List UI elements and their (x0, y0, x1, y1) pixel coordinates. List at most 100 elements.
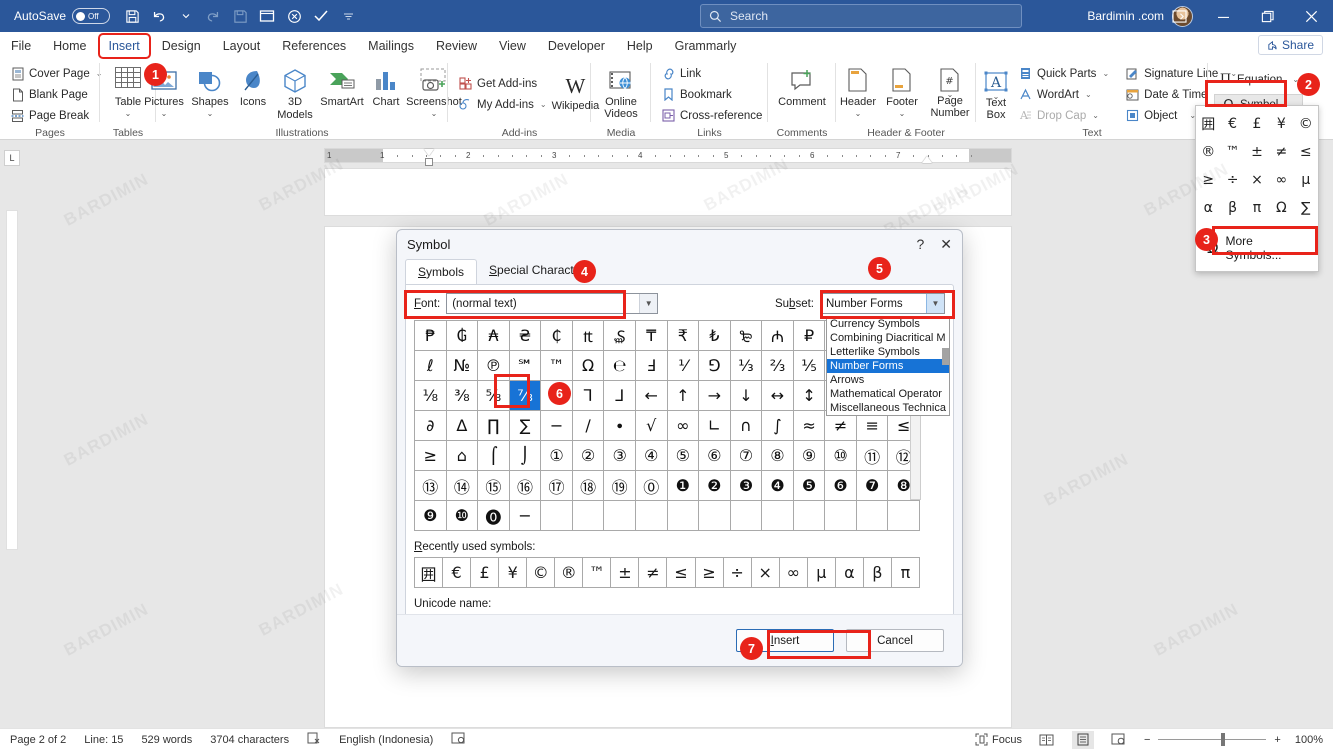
symbol-cell[interactable]: ∩ (730, 410, 762, 440)
symbol-cell[interactable]: ❺ (793, 470, 825, 500)
get-addins-button[interactable]: Get Add-ins (454, 74, 551, 93)
symbol-cell[interactable]: Ω (572, 350, 604, 380)
symbol-cell[interactable]: − (540, 410, 572, 440)
autosave-toggle[interactable]: Off (72, 8, 110, 24)
link-button[interactable]: Link (657, 64, 766, 83)
chevron-down-icon[interactable]: ⌄ (1102, 69, 1109, 78)
check-icon[interactable] (309, 4, 333, 28)
symbol-cell[interactable]: ₻ (730, 320, 762, 350)
symbol-cell[interactable]: ∂ (414, 410, 446, 440)
comment-button[interactable]: Comment (771, 62, 833, 111)
symbol-cell[interactable]: ℓ (414, 350, 446, 380)
symbol-cell[interactable] (667, 500, 699, 530)
zoom-slider[interactable]: − + (1144, 734, 1281, 746)
symbol-cell[interactable]: ⌂ (446, 440, 478, 470)
help-question-icon[interactable]: ? (916, 236, 924, 252)
symbol-dropdown-cell[interactable]: © (1294, 110, 1318, 138)
symbol-cell[interactable]: ↓ (730, 380, 762, 410)
ruler-indent-marker-bottom[interactable] (425, 158, 433, 166)
symbol-cell[interactable] (603, 500, 635, 530)
shapes-button[interactable]: Shapes ⌄ (188, 62, 232, 118)
undo-dropdown-icon[interactable] (174, 4, 198, 28)
tab-review[interactable]: Review (427, 35, 486, 57)
symbol-cell[interactable]: ₱ (414, 320, 446, 350)
save-as-icon[interactable] (228, 4, 252, 28)
symbol-cell[interactable]: ⅛ (414, 380, 446, 410)
symbol-cell[interactable]: ❸ (730, 470, 762, 500)
symbol-cell[interactable]: ④ (635, 440, 667, 470)
symbol-cell[interactable]: ℮ (603, 350, 635, 380)
customize-qat-icon[interactable] (336, 4, 360, 28)
symbol-cell[interactable]: № (446, 350, 478, 380)
symbol-dropdown-cell[interactable]: ¥ (1269, 110, 1293, 138)
symbol-cell[interactable]: ↔ (761, 380, 793, 410)
symbol-cell[interactable]: ∏ (477, 410, 509, 440)
recent-symbol-cell[interactable]: α (835, 557, 863, 587)
symbol-cell[interactable]: ❼ (856, 470, 888, 500)
symbol-cell[interactable]: ⅟ (667, 350, 699, 380)
print-layout-icon[interactable] (1072, 731, 1094, 749)
read-mode-icon[interactable] (1036, 731, 1058, 749)
symbol-cell[interactable] (856, 500, 888, 530)
symbol-cell[interactable]: ⓪ (635, 470, 667, 500)
smartart-button[interactable]: SmartArt (318, 62, 366, 111)
focus-button[interactable]: Focus (975, 733, 1022, 746)
tab-references[interactable]: References (273, 35, 355, 57)
symbol-cell[interactable]: ❹ (761, 470, 793, 500)
symbol-cell[interactable]: ₴ (509, 320, 541, 350)
symbol-cell[interactable]: ① (540, 440, 572, 470)
wordart-button[interactable]: WordArt ⌄ (1014, 85, 1113, 104)
symbol-dropdown-cell[interactable]: ÷ (1220, 166, 1244, 194)
page-indicator[interactable]: Page 2 of 2 (10, 734, 66, 746)
autosave-control[interactable]: AutoSave Off (14, 8, 110, 24)
blank-page-button[interactable]: Blank Page (6, 85, 106, 104)
zoom-level[interactable]: 100% (1295, 734, 1323, 746)
symbol-cell[interactable]: ⑰ (540, 470, 572, 500)
symbol-cell[interactable]: ⑨ (793, 440, 825, 470)
tab-grammarly[interactable]: Grammarly (666, 35, 746, 57)
subset-option[interactable]: Letterlike Symbols (827, 345, 949, 359)
symbol-cell[interactable]: ↕ (793, 380, 825, 410)
character-count[interactable]: 3704 characters (210, 734, 289, 746)
subset-option[interactable]: Arrows (827, 373, 949, 387)
symbol-cell[interactable]: ⌡ (509, 440, 541, 470)
zoom-out-button[interactable]: − (1144, 734, 1150, 746)
cross-reference-button[interactable]: Cross-reference (657, 106, 766, 125)
chevron-down-icon[interactable]: ⌄ (1085, 90, 1092, 99)
tab-home[interactable]: Home (44, 35, 95, 57)
symbol-cell[interactable]: ❻ (824, 470, 856, 500)
symbol-cell[interactable]: ⓿ (477, 500, 509, 530)
symbol-cell[interactable]: ⅃ (603, 380, 635, 410)
symbol-cell[interactable]: ∆ (446, 410, 478, 440)
symbol-cell[interactable]: ₼ (761, 320, 793, 350)
symbol-cell[interactable]: ⅁ (698, 350, 730, 380)
bookmark-button[interactable]: Bookmark (657, 85, 766, 104)
symbol-cell[interactable]: ⑬ (414, 470, 446, 500)
chevron-down-icon[interactable]: ⌄ (431, 111, 438, 116)
symbol-cell[interactable]: ≥ (414, 440, 446, 470)
line-indicator[interactable]: Line: 15 (84, 734, 123, 746)
header-button[interactable]: Header ⌄ (837, 62, 879, 118)
symbol-cell[interactable]: ∙ (603, 410, 635, 440)
save-icon[interactable] (120, 4, 144, 28)
recent-symbol-cell[interactable]: £ (470, 557, 498, 587)
symbol-cell[interactable]: ₳ (477, 320, 509, 350)
recent-symbol-cell[interactable]: © (526, 557, 554, 587)
symbol-dropdown-cell[interactable]: α (1196, 194, 1220, 222)
chevron-down-icon[interactable]: ⌄ (207, 111, 214, 116)
subset-option[interactable]: Number Forms (827, 359, 949, 373)
recent-symbol-cell[interactable]: × (751, 557, 779, 587)
subset-list-scrollbar[interactable] (942, 348, 949, 365)
symbol-cell[interactable] (635, 500, 667, 530)
symbol-cell[interactable]: ∞ (667, 410, 699, 440)
ruler-right-indent-marker[interactable] (922, 156, 932, 163)
recent-symbol-cell[interactable]: ™ (582, 557, 610, 587)
zoom-thumb[interactable] (1221, 733, 1225, 746)
symbol-dropdown-cell[interactable]: ∞ (1269, 166, 1293, 194)
recent-symbol-cell[interactable]: ≠ (638, 557, 666, 587)
3d-models-button[interactable]: 3D Models (274, 62, 316, 123)
recent-symbols-grid[interactable]: 囲€£¥©®™±≠≤≥÷×∞µαβπ (414, 557, 920, 588)
recent-symbol-cell[interactable]: ≤ (666, 557, 694, 587)
symbol-dropdown-cell[interactable]: ≠ (1269, 138, 1293, 166)
symbol-cell[interactable]: ∟ (698, 410, 730, 440)
